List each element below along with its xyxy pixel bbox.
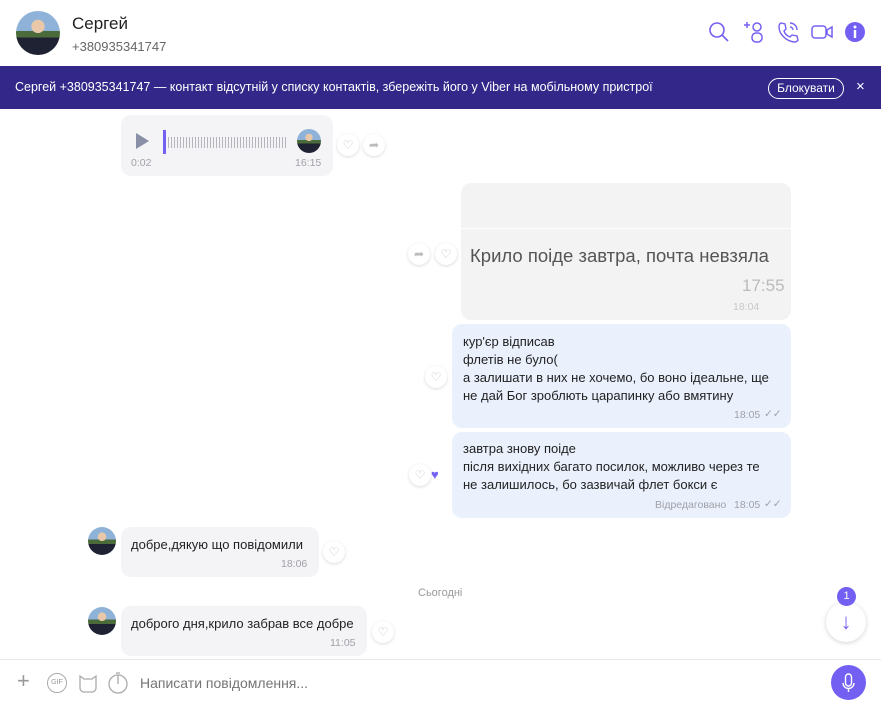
message-input[interactable] [140, 672, 740, 694]
unread-badge: 1 [837, 587, 856, 606]
contact-phone: +380935341747 [72, 39, 167, 54]
info-icon[interactable] [843, 20, 867, 44]
message-time: 18:05 [734, 499, 761, 511]
message-time: 18:06 [281, 558, 308, 570]
call-icon[interactable] [776, 20, 800, 44]
message-text: добре,дякую що повідомили [131, 537, 303, 552]
like-icon[interactable]: ♡ [409, 464, 431, 486]
banner-text: Сергей +380935341747 — контакт відсутній… [15, 80, 653, 94]
like-icon[interactable]: ♡ [323, 541, 345, 563]
message-text: доброго дня,крило забрав все добре [131, 616, 354, 631]
video-call-icon[interactable] [810, 20, 834, 44]
close-banner-icon[interactable]: × [856, 78, 865, 95]
message-line: кур'єр відписав [463, 334, 555, 349]
message-text: кур'єр відписав флетів не було( а залиша… [463, 333, 769, 405]
add-participant-icon[interactable] [742, 20, 766, 44]
search-icon[interactable] [707, 20, 731, 44]
playback-position[interactable] [163, 130, 166, 154]
play-icon[interactable] [136, 133, 149, 149]
sticker-icon[interactable] [77, 672, 99, 694]
scroll-to-bottom-button[interactable]: ↓ [826, 602, 866, 642]
timer-icon[interactable] [107, 671, 129, 695]
message-time: 18:05 [734, 409, 761, 421]
sender-avatar [297, 129, 321, 153]
image-text: Крило поіде завтра, почта невзяла [470, 245, 769, 266]
message-line: флетів не було( [463, 352, 558, 367]
date-divider: Сьогодні [418, 587, 463, 599]
message-time: 11:05 [330, 637, 356, 649]
waveform[interactable] [168, 137, 286, 148]
image-divider [461, 228, 791, 229]
message-time: 18:04 [733, 301, 760, 313]
forward-icon[interactable]: ➦ [408, 243, 430, 265]
sender-avatar[interactable] [88, 607, 116, 635]
microphone-icon [842, 673, 855, 692]
like-icon[interactable]: ♡ [435, 243, 457, 265]
edited-label: Відредаговано [655, 499, 727, 511]
like-icon[interactable]: ♡ [372, 621, 394, 643]
like-icon[interactable]: ♡ [425, 366, 447, 388]
forward-icon[interactable]: ➦ [363, 134, 385, 156]
sender-avatar[interactable] [88, 527, 116, 555]
attach-plus-icon[interactable]: + [17, 670, 30, 692]
message-line: не залишилось, бо зазвичай флет бокси є [463, 477, 718, 492]
contact-avatar[interactable] [16, 11, 60, 55]
gif-icon[interactable]: GIF [47, 673, 67, 693]
contact-name[interactable]: Сергей [72, 14, 128, 34]
unknown-contact-banner: Сергей +380935341747 — контакт відсутній… [0, 66, 881, 109]
message-text: завтра знову поіде після вихідних багато… [463, 440, 760, 494]
image-inner-time: 17:55 [742, 276, 785, 295]
read-checkmarks-icon: ✓✓ [764, 408, 782, 420]
read-checkmarks-icon: ✓✓ [764, 498, 782, 510]
message-line: а залишати в них не хочемо, бо воно ідеа… [463, 370, 769, 385]
liked-heart-icon[interactable]: ♥ [431, 467, 439, 482]
voice-record-button[interactable] [831, 665, 866, 700]
message-line: завтра знову поіде [463, 441, 576, 456]
message-time: 16:15 [295, 157, 322, 169]
like-icon[interactable]: ♡ [337, 134, 359, 156]
block-button[interactable]: Блокувати [768, 78, 844, 99]
message-line: не дай Бог зроблють царапинку або вмятин… [463, 388, 734, 403]
voice-duration: 0:02 [131, 157, 152, 169]
message-line: після вихідних багато посилок, можливо ч… [463, 459, 760, 474]
